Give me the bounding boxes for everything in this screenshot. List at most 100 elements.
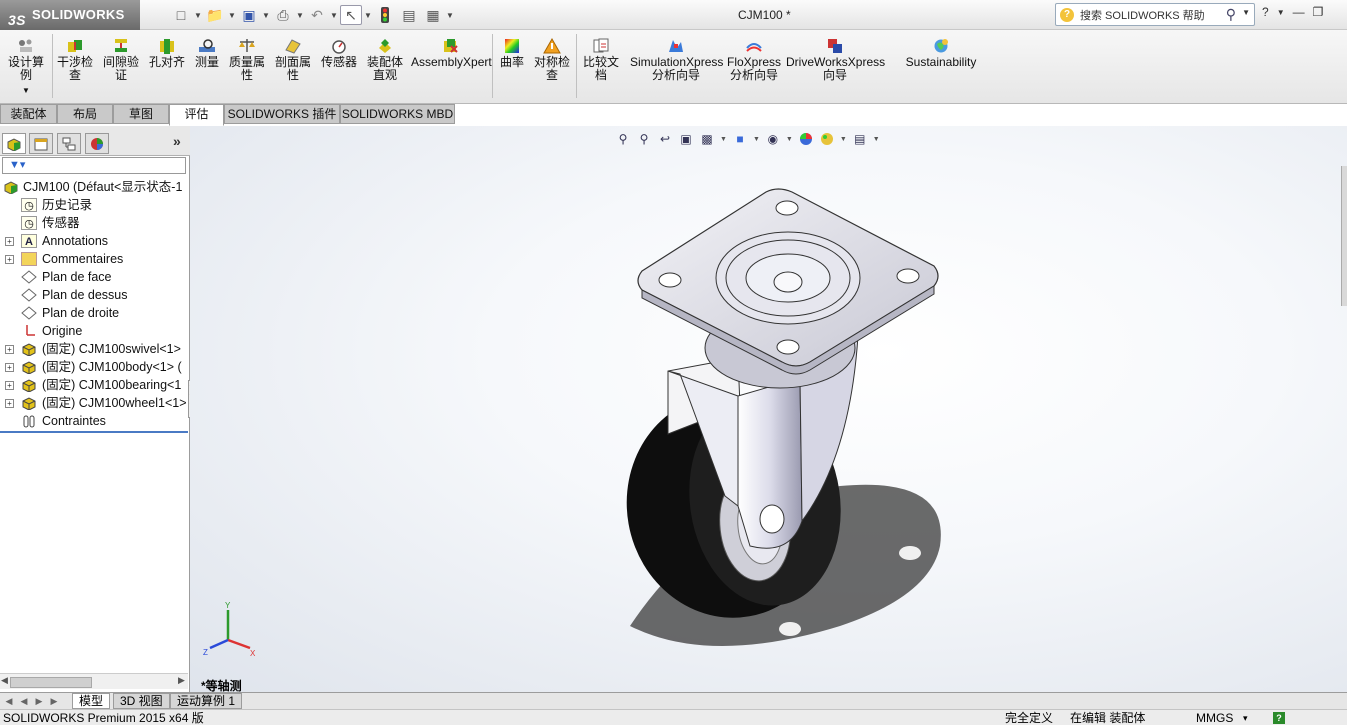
assembly-visualization-icon [379,39,391,53]
tab-3d-views[interactable]: 3D 视图 [113,693,170,709]
last-tab-icon[interactable]: ▶ [47,694,61,708]
tree-item-body[interactable]: + (固定) CJM100body<1> ( [0,358,188,376]
solidworks-logo[interactable]: 3S SOLIDWORKS [0,0,140,30]
prev-tab-icon[interactable]: ◀ [17,694,31,708]
options-dropdown-icon[interactable]: ▼ [446,11,454,20]
interference-button[interactable]: 干涉检 查 [55,38,95,82]
plane-icon [21,270,37,284]
hole-alignment-button[interactable]: 孔对齐 [147,38,187,69]
expand-icon[interactable]: + [5,255,14,264]
new-dropdown-icon[interactable]: ▼ [194,11,202,20]
tree-item-swivel[interactable]: + (固定) CJM100swivel<1> [0,340,188,358]
print-dropdown-icon[interactable]: ▼ [296,11,304,20]
select-arrow-icon[interactable]: ↖ [340,5,362,25]
help-menu-icon[interactable]: ? [1262,5,1269,19]
propertymanager-tab-icon[interactable] [29,133,53,154]
clearance-button[interactable]: 间隙验 证 [101,38,141,82]
undo-icon[interactable]: ↶ [306,5,328,25]
design-study-button[interactable]: 设计算 例 ▼ [5,38,47,97]
undo-dropdown-icon[interactable]: ▼ [330,11,338,20]
expand-panel-icon[interactable]: » [173,133,181,149]
tree-item-wheel[interactable]: + (固定) CJM100wheel1<1> [0,394,188,412]
help-dropdown-icon[interactable]: ▼ [1277,5,1285,19]
tab-sketch[interactable]: 草图 [113,104,169,124]
search-dropdown-icon[interactable]: ▼ [1242,8,1250,17]
tab-solidworks-mbd[interactable]: SOLIDWORKS MBD [340,104,455,124]
driveworksxpress-button[interactable]: DriveWorksXpress 向导 [786,38,885,82]
unit-system-selector[interactable]: MMGS [1196,710,1233,725]
design-study-dropdown-icon[interactable]: ▼ [5,84,47,97]
simulationxpress-icon [669,40,683,52]
tab-evaluate[interactable]: 评估 [169,104,224,126]
scroll-thumb[interactable] [10,677,92,688]
simulationxpress-button[interactable]: SimulationXpress 分析向导 [630,38,723,82]
scroll-left-icon[interactable]: ◀ [1,675,8,686]
first-tab-icon[interactable]: ◀ [2,694,16,708]
tree-horizontal-scrollbar[interactable]: ◀ ▶ [0,673,188,689]
tab-solidworks-addins[interactable]: SOLIDWORKS 插件 [224,104,340,124]
restore-icon[interactable]: ❐ [1313,5,1324,19]
sensor-icon: ◷ [21,216,37,230]
sustainability-button[interactable]: Sustainability [902,38,980,69]
comments-folder-icon [21,252,37,266]
tree-root[interactable]: CJM100 (Défaut<显示状态-1 [0,178,188,196]
save-dropdown-icon[interactable]: ▼ [262,11,270,20]
expand-icon[interactable]: + [5,399,14,408]
tree-filter-input[interactable]: ▼▾ [2,157,186,174]
document-title: CJM100 * [738,8,791,22]
measure-button[interactable]: 测量 [191,38,223,69]
tree-item-origin[interactable]: Origine [0,322,188,340]
compare-documents-button[interactable]: 比较文 档 [580,38,622,82]
expand-icon[interactable]: + [5,363,14,372]
rebuild-traffic-light-icon[interactable] [374,5,396,25]
displaymanager-tab-icon[interactable] [85,133,109,154]
select-dropdown-icon[interactable]: ▼ [364,11,372,20]
tree-item-history[interactable]: ◷ 历史记录 [0,196,188,214]
help-search-input[interactable]: ? 搜索 SOLIDWORKS 帮助 ⚲ ▼ [1055,3,1255,26]
expand-icon[interactable]: + [5,381,14,390]
options-icon[interactable]: ▦ [422,5,444,25]
open-dropdown-icon[interactable]: ▼ [228,11,236,20]
save-icon[interactable]: ▣ [238,5,260,25]
caster-wheel-model[interactable] [190,126,1347,692]
units-dropdown-icon[interactable]: ▾ [1243,710,1248,725]
assembly-visualization-button[interactable]: 装配体 直观 [365,38,405,82]
graphics-area[interactable]: ⚲ ⚲ ↩ ▣ ▩▼ ■▼ ◉▼ ▼ ▤▼ ◫ ◫ — ❐ ✕ [190,126,1347,692]
file-properties-icon[interactable]: ▤ [398,5,420,25]
tree-item-comments[interactable]: + Commentaires [0,250,188,268]
triad-x-label: X [250,649,256,657]
tree-item-top-plane[interactable]: Plan de dessus [0,286,188,304]
tree-item-bearing[interactable]: + (固定) CJM100bearing<1 [0,376,188,394]
expand-icon[interactable]: + [5,237,14,246]
minimize-icon[interactable]: — [1293,5,1305,19]
help-status-icon[interactable]: ? [1273,712,1285,724]
assemblyxpert-button[interactable]: AssemblyXpert [411,38,492,69]
open-folder-icon[interactable]: 📁 [204,5,226,25]
tab-layout[interactable]: 布局 [57,104,113,124]
section-properties-button[interactable]: 剖面属 性 [273,38,313,82]
tab-assembly[interactable]: 装配体 [0,104,57,124]
tab-model[interactable]: 模型 [72,693,111,709]
tree-item-sensors[interactable]: ◷ 传感器 [0,214,188,232]
search-icon[interactable]: ⚲ [1226,6,1236,23]
tree-item-mates[interactable]: Contraintes [0,412,188,430]
next-tab-icon[interactable]: ▶ [32,694,46,708]
new-document-icon[interactable]: □ [170,5,192,25]
tab-motion-study-1[interactable]: 运动算例 1 [170,693,243,709]
expand-icon[interactable]: + [5,345,14,354]
symmetry-check-button[interactable]: 对称检 查 [532,38,572,82]
configurationmanager-tab-icon[interactable] [57,133,81,154]
curvature-button[interactable]: 曲率 [496,38,528,69]
floxpress-button[interactable]: FloXpress 分析向导 [726,38,782,82]
sensor-button[interactable]: 传感器 [319,38,359,69]
scroll-right-icon[interactable]: ▶ [178,675,185,686]
tree-item-annotations[interactable]: + A Annotations [0,232,188,250]
rollback-bar[interactable] [0,431,188,433]
mass-properties-button[interactable]: 质量属 性 [227,38,267,82]
tree-item-right-plane[interactable]: Plan de droite [0,304,188,322]
design-study-icon [19,39,32,52]
tree-item-front-plane[interactable]: Plan de face [0,268,188,286]
part-icon [21,396,37,411]
featuremanager-tab-icon[interactable] [2,133,26,154]
print-icon[interactable]: ⎙ [272,5,294,25]
